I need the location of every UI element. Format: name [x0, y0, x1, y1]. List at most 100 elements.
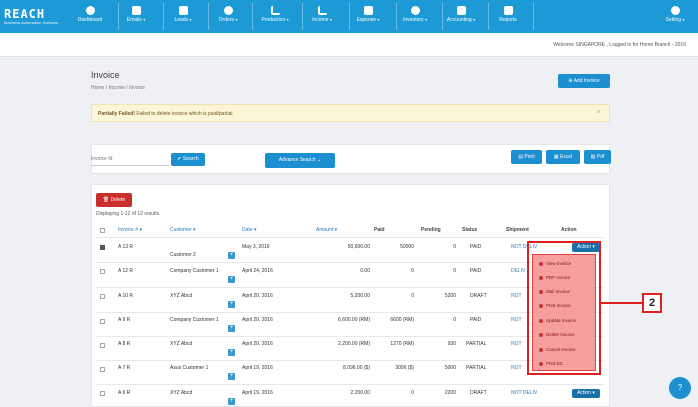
- close-icon[interactable]: ×: [597, 109, 601, 116]
- row-checkbox[interactable]: [100, 367, 105, 372]
- invoice-date: April 24, 2016: [242, 268, 273, 274]
- invoice-number[interactable]: A 10 R: [118, 293, 133, 300]
- brand-tagline: Business Automation Software: [4, 20, 59, 25]
- invoice-date: April 20, 2016: [242, 341, 273, 347]
- pdf-button[interactable]: ▧ Pdf: [584, 150, 611, 164]
- customer-name: Asus Customer 1: [170, 365, 209, 371]
- status-badge: PAID: [470, 268, 482, 274]
- status-badge: DRAFT: [470, 390, 487, 396]
- invoice-number[interactable]: A 13 R: [118, 244, 133, 251]
- column-header-amount[interactable]: Amount ▾: [316, 227, 337, 233]
- delete-button[interactable]: 🗑 Delete: [96, 193, 132, 207]
- row-checkbox[interactable]: [100, 319, 105, 324]
- nav-accounting[interactable]: Accounting ▾: [434, 0, 488, 33]
- invoice-pending: 0: [453, 268, 456, 274]
- customer-add-icon[interactable]: +: [228, 276, 235, 283]
- invoice-amount: 8,096.00 ($): [343, 365, 370, 371]
- select-all-checkbox[interactable]: [100, 228, 105, 233]
- search-button[interactable]: ✔ Search: [171, 153, 205, 166]
- print-button[interactable]: ▤ Print: [511, 150, 542, 164]
- customer-add-icon[interactable]: +: [228, 349, 235, 356]
- invoice-pending: 0: [453, 244, 456, 250]
- action-dropdown-button[interactable]: Action ▾: [572, 389, 600, 398]
- nav-orders[interactable]: Orders ▾: [201, 0, 255, 33]
- alert-warning: Partially Failed! Failed to delete invoi…: [91, 104, 610, 122]
- excel-button[interactable]: ▦ Excel: [546, 150, 580, 164]
- shipment-link[interactable]: NOT: [511, 365, 522, 371]
- invoice-paid: 3096 ($): [395, 365, 414, 371]
- breadcrumb[interactable]: Home / Income / Invoice: [91, 85, 145, 91]
- column-header-date[interactable]: Date ▾: [242, 227, 256, 233]
- customer-add-icon[interactable]: +: [228, 373, 235, 380]
- row-divider: [96, 384, 604, 385]
- shipment-link[interactable]: NOT DELIV: [511, 390, 537, 396]
- invoice-paid: 0: [411, 390, 414, 396]
- customer-add-icon[interactable]: +: [228, 325, 235, 332]
- nav-expense[interactable]: Expense ▾: [341, 0, 395, 33]
- annotation-connector-line: [601, 302, 642, 304]
- income-icon: [317, 6, 327, 15]
- nav-production[interactable]: Production ▾: [248, 0, 302, 33]
- shipment-link[interactable]: NOT: [511, 341, 522, 347]
- chat-help-icon[interactable]: ?: [669, 377, 691, 399]
- nav-setting[interactable]: Setting ▾: [648, 0, 698, 33]
- invoice-number[interactable]: A 7 R: [118, 365, 130, 372]
- welcome-bar: Welcome SINGAPORE , Logged in for Home B…: [0, 33, 698, 57]
- brand-logo[interactable]: REACH Business Automation Software: [0, 0, 70, 33]
- gear-icon: [670, 6, 680, 15]
- production-icon: [270, 6, 280, 15]
- invoice-paid: 1270 (RM): [390, 341, 414, 347]
- row-checkbox[interactable]: [100, 245, 105, 250]
- column-header-status: Status: [462, 227, 478, 233]
- column-header-action: Action: [561, 227, 577, 233]
- customer-add-icon[interactable]: +: [228, 398, 235, 405]
- invoice-paid: 0: [411, 293, 414, 299]
- invoice-amount: 2,200.00 (RM): [338, 341, 370, 347]
- invoice-paid: 0: [411, 268, 414, 274]
- status-badge: PAID: [470, 317, 482, 323]
- results-summary: Displaying 1-12 of 12 results.: [96, 211, 161, 217]
- customer-name: Customer 2: [170, 252, 196, 258]
- customer-name: XYZ Abcd: [170, 390, 193, 396]
- annotation-highlight-box: [527, 241, 601, 375]
- invoice-pending: 0: [453, 317, 456, 323]
- invoice-number[interactable]: A 12 R: [118, 268, 133, 275]
- nav-separator: [533, 3, 534, 30]
- invoice-amount: 5,200.00: [350, 293, 370, 299]
- invoice-paid: 6600 (RM): [390, 317, 414, 323]
- orders-icon: [223, 6, 233, 15]
- leads-icon: [178, 6, 188, 15]
- row-checkbox[interactable]: [100, 391, 105, 396]
- shipment-link[interactable]: NOT: [511, 293, 522, 299]
- row-checkbox[interactable]: [100, 269, 105, 274]
- chevron-down-icon: ⌄: [316, 157, 322, 163]
- advanced-search-button[interactable]: Advance Search ⌄: [265, 153, 335, 168]
- column-header-invoice[interactable]: Invoice # ▾: [118, 227, 142, 233]
- invoice-number[interactable]: A 8 R: [118, 341, 130, 348]
- accounting-icon: [456, 6, 466, 15]
- column-header-customer[interactable]: Customer ▾: [170, 227, 196, 233]
- customer-add-icon[interactable]: +: [228, 252, 235, 259]
- invoice-date: May 3, 2016: [242, 244, 270, 250]
- annotation-number-label: 2: [642, 293, 662, 313]
- column-header-pending: Pending: [421, 227, 441, 233]
- shipment-link[interactable]: NOT: [511, 317, 522, 323]
- customer-name: Company Customer 1: [170, 317, 219, 323]
- invoice-pending: 5200: [444, 293, 456, 299]
- customer-add-icon[interactable]: +: [228, 301, 235, 308]
- invoice-number[interactable]: A 6 R: [118, 390, 130, 397]
- nav-reports[interactable]: Reports: [481, 0, 535, 33]
- invoice-date: April 20, 2016: [242, 293, 273, 299]
- add-invoice-button[interactable]: ⊕ Add Invoice: [558, 74, 610, 88]
- row-checkbox[interactable]: [100, 343, 105, 348]
- invoice-search-input[interactable]: [91, 153, 169, 166]
- invoice-amount: 0.00: [360, 268, 370, 274]
- row-checkbox[interactable]: [100, 294, 105, 299]
- invoice-number[interactable]: A 9 R: [118, 317, 130, 324]
- nav-emails[interactable]: Emails ▾: [109, 0, 163, 33]
- status-badge: DRAFT: [470, 293, 487, 299]
- customer-name: Company Customer 1: [170, 268, 219, 274]
- invoice-pending: 5000: [444, 365, 456, 371]
- shipment-link[interactable]: DELIV: [511, 268, 525, 274]
- invoice-amount: 2,200.00: [350, 390, 370, 396]
